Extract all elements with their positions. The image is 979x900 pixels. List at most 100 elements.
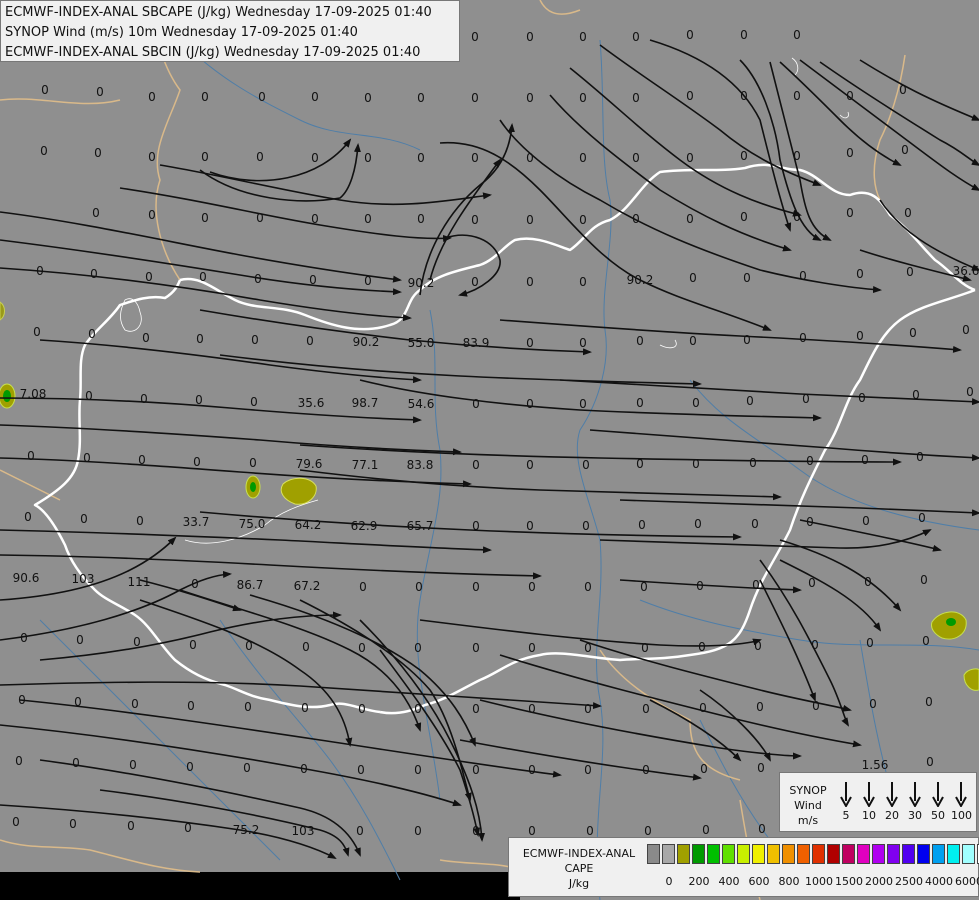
cape-value-label: 0 — [74, 695, 82, 709]
cape-value-label: 0 — [793, 89, 801, 103]
cape-value-label: 0 — [799, 269, 807, 283]
cape-value-label: 0 — [689, 271, 697, 285]
cape-value-label: 0 — [904, 206, 912, 220]
cape-value-label: 0 — [249, 456, 257, 470]
cape-value-label: 0 — [127, 819, 135, 833]
cape-value-label: 0 — [526, 458, 534, 472]
synop-speed-arrow: 100 — [951, 781, 972, 822]
cape-value-label: 0 — [256, 211, 264, 225]
cape-value-label: 98.7 — [351, 396, 379, 410]
cape-swatch — [872, 844, 885, 864]
cape-value-label: 0 — [417, 151, 425, 165]
cape-value-label: 67.2 — [293, 579, 321, 593]
cape-value-label: 0 — [632, 30, 640, 44]
cape-value-label: 75.2 — [232, 823, 260, 837]
cape-swatch — [677, 844, 690, 864]
cape-value-label: 0 — [752, 578, 760, 592]
cape-value-label: 0 — [300, 762, 308, 776]
cape-value-label: 0 — [364, 91, 372, 105]
cape-value-label: 0 — [802, 392, 810, 406]
cape-value-label: 0 — [906, 265, 914, 279]
cape-value-label: 0 — [85, 389, 93, 403]
down-arrow-icon — [863, 782, 875, 807]
cape-value-label: 0 — [689, 334, 697, 348]
cape-value-label: 0 — [142, 331, 150, 345]
cape-value-label: 0 — [471, 91, 479, 105]
cape-value-label: 0 — [472, 641, 480, 655]
cape-value-label: 0 — [199, 270, 207, 284]
cape-value-label: 0 — [793, 149, 801, 163]
cape-value-label: 0 — [793, 210, 801, 224]
synop-wind-legend: SYNOP Wind m/s 5 10 20 30 50 100 — [779, 772, 977, 832]
cape-value-label: 0 — [357, 763, 365, 777]
cape-value-label: 0 — [528, 580, 536, 594]
cape-value-label: 0 — [356, 824, 364, 838]
cape-value-label: 0 — [640, 580, 648, 594]
cape-tick-label: 400 — [718, 875, 740, 888]
cape-value-label: 0 — [899, 83, 907, 97]
cape-value-label: 0 — [642, 702, 650, 716]
cape-wind-map[interactable] — [0, 0, 979, 900]
cape-swatch — [707, 844, 720, 864]
cape-value-label: 0 — [692, 457, 700, 471]
cape-value-label: 0 — [686, 28, 694, 42]
cape-value-label: 0 — [201, 90, 209, 104]
cape-value-label: 0 — [579, 336, 587, 350]
cape-value-label: 0 — [140, 392, 148, 406]
cape-value-label: 0 — [636, 334, 644, 348]
cape-value-label: 0 — [808, 576, 816, 590]
cape-value-label: 0 — [184, 821, 192, 835]
cape-value-label: 0 — [72, 756, 80, 770]
cape-value-label: 0 — [40, 144, 48, 158]
cape-value-label: 0 — [191, 577, 199, 591]
cape-value-label: 0 — [92, 206, 100, 220]
cape-value-label: 0 — [471, 213, 479, 227]
cape-value-label: 0 — [417, 212, 425, 226]
cape-value-label: 0 — [901, 143, 909, 157]
cape-swatch — [842, 844, 855, 864]
cape-value-label: 0 — [471, 30, 479, 44]
cape-tick-label: 1000 — [805, 875, 833, 888]
cape-value-label: 0 — [201, 211, 209, 225]
cape-value-label: 36.6 — [952, 264, 979, 278]
cape-color-swatches — [647, 844, 979, 866]
cape-value-label: 0 — [526, 275, 534, 289]
cape-value-label: 0 — [131, 697, 139, 711]
cape-swatch — [932, 844, 945, 864]
cape-value-label: 0 — [129, 758, 137, 772]
cape-value-label: 54.6 — [407, 397, 435, 411]
synop-speed-label: 20 — [885, 809, 899, 822]
cape-value-label: 0 — [799, 331, 807, 345]
cape-value-label: 0 — [193, 455, 201, 469]
cape-value-label: 0 — [793, 28, 801, 42]
cape-value-label: 55.0 — [407, 336, 435, 350]
cape-value-label: 0 — [358, 641, 366, 655]
cape-value-label: 33.7 — [182, 515, 210, 529]
cape-value-label: 77.1 — [351, 458, 379, 472]
cape-value-label: 0 — [526, 397, 534, 411]
cape-value-label: 0 — [254, 272, 262, 286]
cape-value-label: 90.2 — [626, 273, 654, 287]
down-arrow-icon — [955, 782, 967, 807]
cape-value-label: 0 — [309, 273, 317, 287]
cape-value-label: 0 — [195, 393, 203, 407]
cape-value-label: 0 — [925, 695, 933, 709]
cape-value-label: 0 — [148, 150, 156, 164]
cape-value-label: 0 — [579, 151, 587, 165]
cape-value-label: 0 — [94, 146, 102, 160]
cape-value-label: 0 — [138, 453, 146, 467]
cape-value-label: 0 — [18, 693, 26, 707]
layer-title-synop-wind: SYNOP Wind (m/s) 10m Wednesday 17-09-202… — [5, 25, 358, 40]
synop-legend-arrows: 5 10 20 30 50 100 — [836, 777, 976, 829]
cape-swatch — [662, 844, 675, 864]
cape-value-label: 0 — [83, 451, 91, 465]
cape-value-label: 0 — [528, 763, 536, 777]
cape-value-label: 0 — [472, 824, 480, 838]
cape-value-label: 0 — [417, 91, 425, 105]
cape-value-label: 0 — [856, 267, 864, 281]
cape-value-label: 0 — [471, 151, 479, 165]
cape-value-label: 0 — [740, 149, 748, 163]
cape-value-label: 0 — [846, 206, 854, 220]
cape-value-label: 90.2 — [352, 335, 380, 349]
cape-value-label: 0 — [245, 639, 253, 653]
